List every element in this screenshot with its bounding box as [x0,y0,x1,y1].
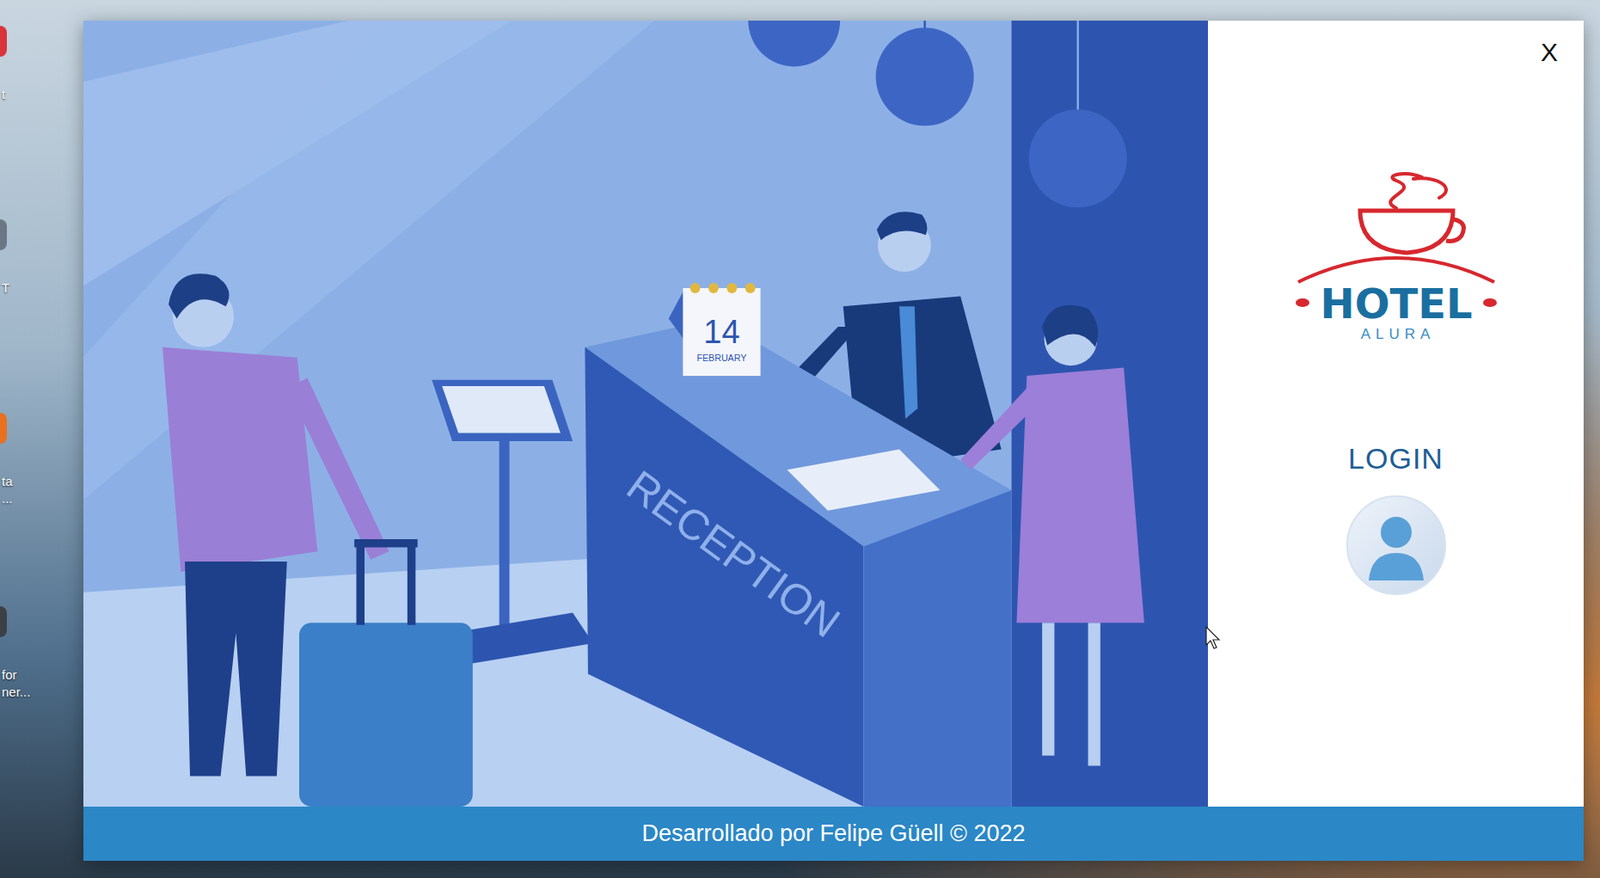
bean-icon [1295,298,1310,307]
desktop-icons: t Tta... forner... [0,25,78,800]
logo-subtitle: ALURA [1360,325,1435,343]
login-window: RECEPTION 14 FEBRUARY X HOTELALURA LOGIN Desar… [83,20,1584,861]
reception-desk [584,318,1012,807]
login-panel: X HOTELALURA LOGIN [1207,20,1584,807]
calendar-day: 14 [703,313,740,350]
man-guest [162,273,473,807]
cup-icon [1360,210,1453,253]
desktop-icon-label: ta... [0,472,13,507]
calendar-month: FEBRUARY [696,352,747,363]
close-button[interactable]: X [1532,32,1567,73]
calendar: 14 FEBRUARY [668,282,761,376]
desktop-icon[interactable]: forner... [0,606,78,800]
cup-handle-icon [1446,219,1464,241]
illustration-panel: RECEPTION 14 FEBRUARY [83,20,1208,807]
lamp-icon [876,27,975,126]
desktop: t Tta... forner... RECEPTION 14 FEBRUARY X HOTE… [0,0,1600,878]
woman-guest [960,305,1145,767]
app-icon[interactable] [0,412,7,444]
desktop-icon-label: T [0,279,10,297]
user-avatar-icon [1345,494,1447,596]
desktop-icon[interactable]: ta... [0,412,78,607]
desktop-icon[interactable]: T [0,219,78,413]
kiosk [431,380,594,664]
desktop-icon-label: forner... [0,666,31,700]
logo-title: HOTEL [1319,279,1472,328]
reception-illustration: RECEPTION 14 FEBRUARY [83,20,1208,807]
footer: Desarrollado por Felipe Güell © 2022 [83,806,1584,861]
desktop-icon-label: t [0,85,6,104]
app-icon[interactable] [0,25,7,57]
pillar [1011,20,1208,807]
window-body: RECEPTION 14 FEBRUARY X HOTELALURA LOGIN [83,20,1584,807]
app-icon[interactable] [0,606,7,638]
lamp-icon [747,20,840,67]
app-icon[interactable] [0,219,7,251]
bean-icon [1483,298,1497,307]
steam-icon [1390,173,1447,209]
desk-sign: RECEPTION [618,460,849,647]
login-button[interactable] [1345,494,1447,596]
saucer-arc-icon [1298,257,1495,282]
desktop-icon[interactable]: t [0,25,78,220]
lamp-icon [1029,109,1128,208]
hotel-alura-logo: HOTELALURA [1293,171,1500,344]
mouse-cursor-icon [1205,625,1223,650]
login-label: LOGIN [1342,440,1449,478]
